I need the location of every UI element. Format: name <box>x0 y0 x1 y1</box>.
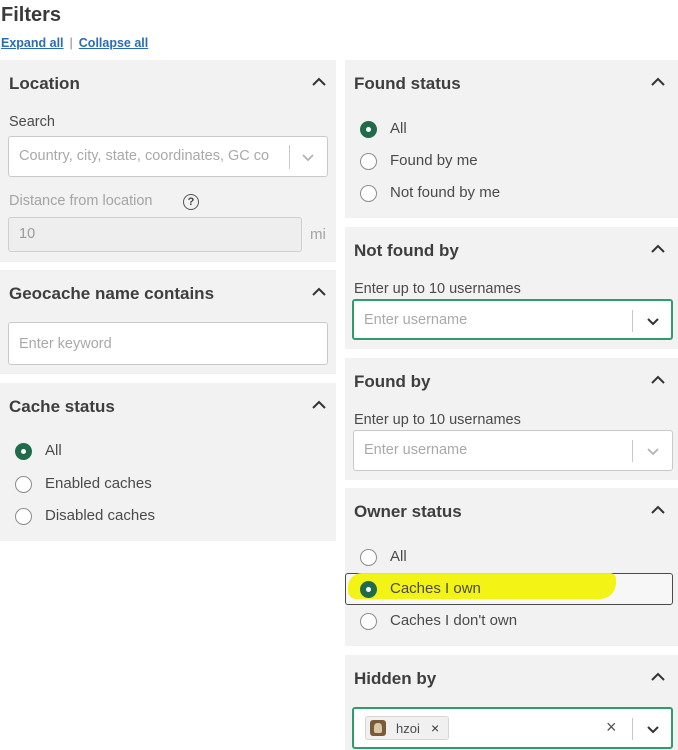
radio-selected <box>15 443 32 460</box>
not-found-by-header[interactable]: Not found by <box>354 241 459 261</box>
expand-collapse-links: Expand all | Collapse all <box>1 36 148 50</box>
chevron-down-icon[interactable] <box>646 444 660 458</box>
radio-unselected <box>360 549 377 566</box>
chevron-up-icon[interactable] <box>650 372 666 388</box>
chevron-down-icon[interactable] <box>646 314 660 328</box>
distance-input: 10 <box>8 217 302 252</box>
cache-status-panel: Cache status All Enabled caches Disabled… <box>0 383 336 541</box>
radio-unselected <box>360 153 377 170</box>
location-panel: Location Search Country, city, state, co… <box>0 60 336 262</box>
owner-status-header[interactable]: Owner status <box>354 502 462 522</box>
distance-value: 10 <box>19 226 36 242</box>
chevron-down-icon[interactable] <box>646 722 660 736</box>
option-label: Caches I don't own <box>390 612 518 629</box>
chevron-up-icon[interactable] <box>311 284 327 300</box>
found-by-username-input[interactable]: Enter username <box>353 430 673 471</box>
radio-selected <box>360 121 377 138</box>
found-by-panel: Found by Enter up to 10 usernames Enter … <box>345 358 678 480</box>
not-found-by-username-input[interactable]: Enter username <box>352 299 673 340</box>
username-placeholder: Enter username <box>364 312 468 328</box>
found-by-hint: Enter up to 10 usernames <box>354 412 521 428</box>
chevron-up-icon[interactable] <box>650 241 666 257</box>
dropdown-separator <box>632 440 633 462</box>
user-avatar <box>370 720 386 736</box>
not-found-by-panel: Not found by Enter up to 10 usernames En… <box>345 227 678 349</box>
name-contains-panel: Geocache name contains Enter keyword <box>0 270 336 374</box>
radio-unselected <box>360 185 377 202</box>
chip-label: hzoi <box>396 721 420 736</box>
expand-all-link[interactable]: Expand all <box>1 36 64 50</box>
location-header[interactable]: Location <box>9 74 80 94</box>
found-status-header[interactable]: Found status <box>354 74 461 94</box>
search-label: Search <box>9 114 55 130</box>
link-separator: | <box>69 36 73 50</box>
yellow-highlighter-mark <box>348 573 616 599</box>
option-label: Caches I own <box>390 580 481 597</box>
chevron-up-icon[interactable] <box>650 669 666 685</box>
keyword-input[interactable]: Enter keyword <box>8 322 328 365</box>
radio-unselected <box>15 476 32 493</box>
option-label: Found by me <box>390 152 478 169</box>
radio-selected <box>360 581 377 598</box>
option-label: Enabled caches <box>45 475 152 492</box>
dropdown-separator <box>289 145 290 169</box>
chevron-down-icon[interactable] <box>301 150 315 164</box>
collapse-all-link[interactable]: Collapse all <box>79 36 148 50</box>
chevron-up-icon[interactable] <box>311 74 327 90</box>
location-search-placeholder: Country, city, state, coordinates, GC co <box>19 148 270 164</box>
distance-label: Distance from location <box>9 193 153 209</box>
cache-status-header[interactable]: Cache status <box>9 397 115 417</box>
option-label: Disabled caches <box>45 507 156 524</box>
username-placeholder: Enter username <box>364 442 468 458</box>
chevron-up-icon[interactable] <box>650 74 666 90</box>
not-found-by-hint: Enter up to 10 usernames <box>354 281 521 297</box>
option-label: All <box>390 120 407 137</box>
page-title: Filters <box>1 4 62 26</box>
hidden-by-header[interactable]: Hidden by <box>354 669 436 689</box>
chevron-up-icon[interactable] <box>650 502 666 518</box>
radio-unselected <box>15 508 32 525</box>
chevron-up-icon[interactable] <box>311 397 327 413</box>
option-label: All <box>45 442 62 459</box>
found-status-panel: Found status All Found by me Not found b… <box>345 60 678 218</box>
question-circle-icon[interactable]: ? <box>183 194 199 210</box>
dropdown-separator <box>632 718 633 740</box>
option-label: Not found by me <box>390 184 501 201</box>
name-contains-header[interactable]: Geocache name contains <box>9 284 214 304</box>
option-label: All <box>390 548 407 565</box>
clear-all-icon[interactable]: × <box>606 717 617 738</box>
username-chip: hzoi × <box>365 716 449 740</box>
found-by-header[interactable]: Found by <box>354 372 430 392</box>
location-search-input[interactable]: Country, city, state, coordinates, GC co <box>8 136 328 177</box>
chip-remove-icon[interactable]: × <box>431 720 439 736</box>
distance-unit: mi <box>310 226 326 243</box>
radio-unselected <box>360 613 377 630</box>
keyword-placeholder: Enter keyword <box>19 336 112 352</box>
dropdown-separator <box>632 310 633 332</box>
